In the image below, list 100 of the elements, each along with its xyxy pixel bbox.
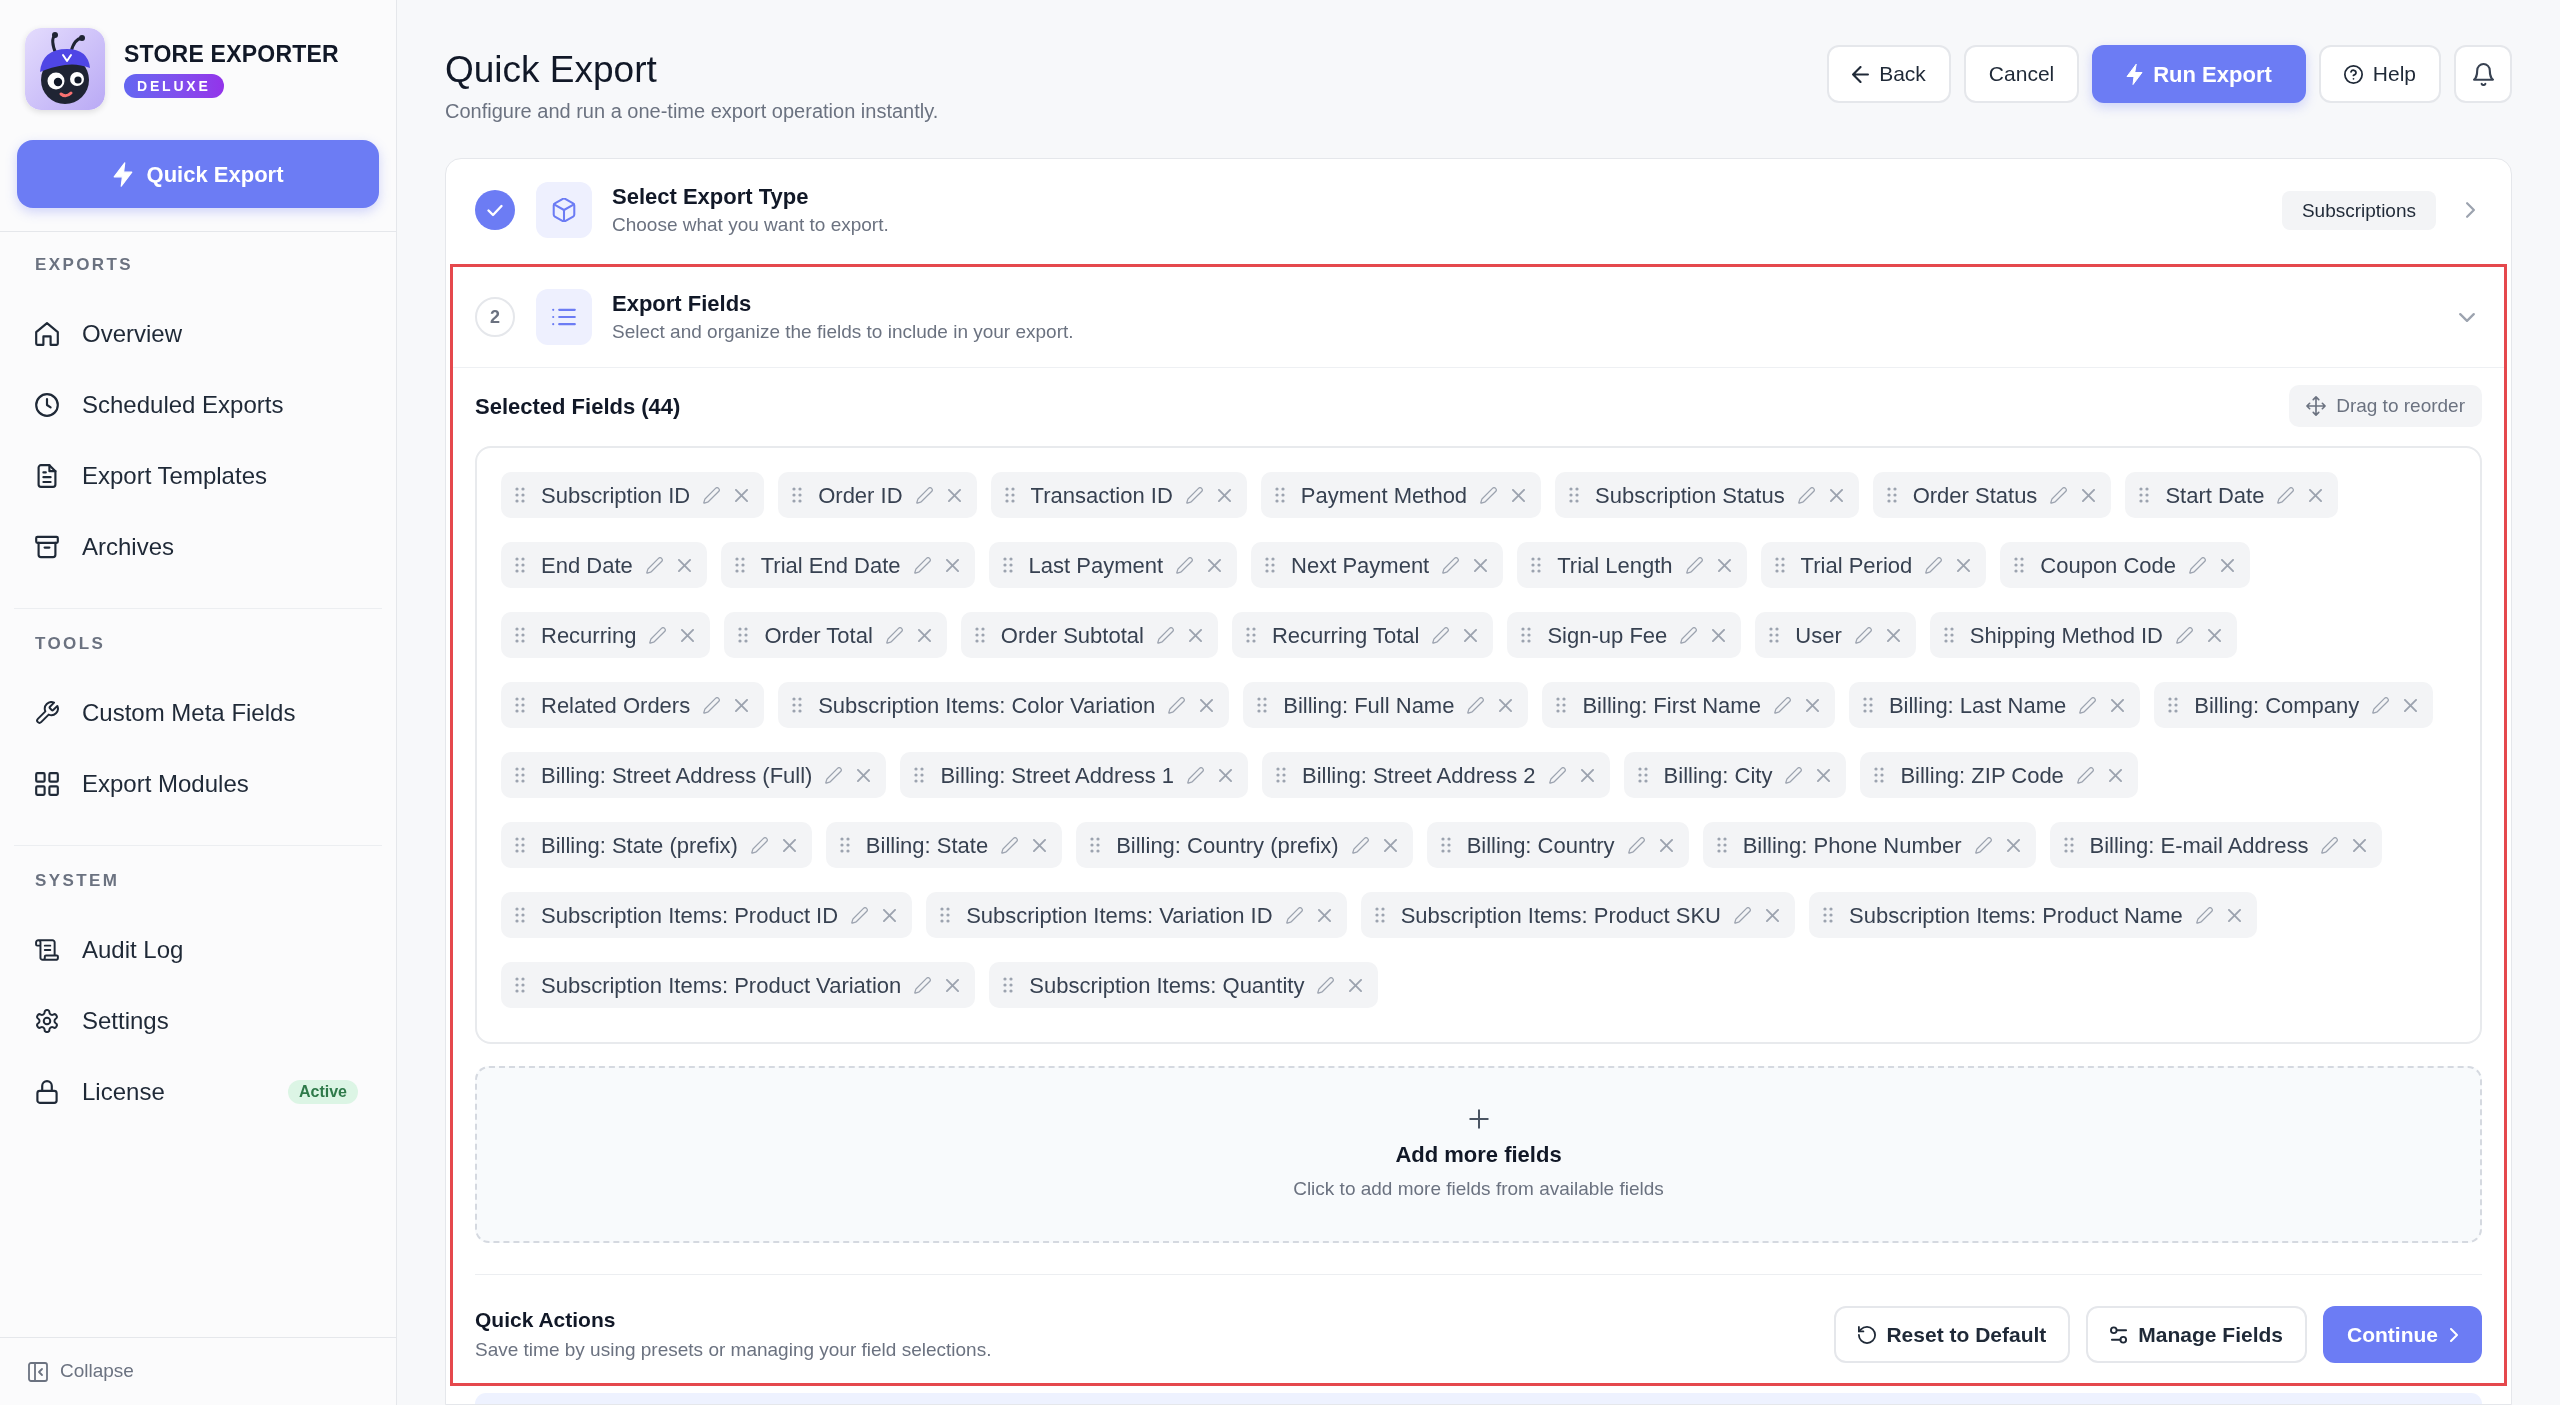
field-chip[interactable]: Subscription ID (501, 472, 765, 518)
pencil-icon[interactable] (2079, 696, 2097, 714)
close-icon[interactable] (1712, 628, 1726, 642)
field-chip[interactable]: Sign-up Fee (1507, 612, 1742, 658)
field-chip[interactable]: Billing: ZIP Code (1860, 752, 2138, 798)
grip-icon[interactable] (515, 697, 525, 713)
close-icon[interactable] (1317, 908, 1331, 922)
pencil-icon[interactable] (1627, 836, 1645, 854)
pencil-icon[interactable] (1285, 906, 1303, 924)
pencil-icon[interactable] (649, 626, 667, 644)
grip-icon[interactable] (1265, 557, 1276, 573)
field-chip[interactable]: Recurring Total (1231, 612, 1494, 658)
grip-icon[interactable] (1556, 697, 1567, 713)
close-icon[interactable] (2111, 698, 2125, 712)
grip-icon[interactable] (914, 767, 925, 783)
field-chip[interactable]: Billing: Street Address 1 (900, 752, 1248, 798)
field-chip[interactable]: Last Payment (988, 542, 1238, 588)
close-icon[interactable] (945, 558, 959, 572)
pencil-icon[interactable] (1187, 766, 1204, 784)
grip-icon[interactable] (515, 487, 525, 503)
pencil-icon[interactable] (913, 556, 931, 574)
close-icon[interactable] (1512, 488, 1526, 502)
pencil-icon[interactable] (703, 486, 721, 504)
grip-icon[interactable] (792, 487, 803, 503)
notifications-button[interactable] (2454, 45, 2512, 103)
pencil-icon[interactable] (2277, 486, 2295, 504)
grip-icon[interactable] (515, 557, 525, 573)
pencil-icon[interactable] (1685, 556, 1703, 574)
nav-item[interactable]: Scheduled Exports (17, 377, 379, 433)
nav-item[interactable]: Overview (17, 306, 379, 362)
grip-icon[interactable] (2139, 487, 2150, 503)
close-icon[interactable] (782, 838, 796, 852)
grip-icon[interactable] (738, 627, 749, 643)
pencil-icon[interactable] (1785, 766, 1803, 784)
nav-item[interactable]: Settings (17, 993, 379, 1049)
nav-item[interactable]: License Active (17, 1064, 379, 1120)
pencil-icon[interactable] (1351, 836, 1369, 854)
continue-button[interactable]: Continue (2323, 1306, 2482, 1363)
grip-icon[interactable] (2014, 557, 2025, 573)
close-icon[interactable] (2353, 838, 2367, 852)
close-icon[interactable] (946, 978, 960, 992)
field-chip[interactable]: Billing: Company (2154, 682, 2434, 728)
close-icon[interactable] (735, 488, 749, 502)
pencil-icon[interactable] (1156, 626, 1174, 644)
close-icon[interactable] (1957, 558, 1971, 572)
field-chip[interactable]: Billing: First Name (1542, 682, 1835, 728)
nav-item[interactable]: Audit Log (17, 922, 379, 978)
nav-item[interactable]: Export Modules (17, 756, 379, 812)
field-chip[interactable]: Billing: Country (1426, 822, 1689, 868)
pencil-icon[interactable] (1797, 486, 1815, 504)
grip-icon[interactable] (1886, 487, 1897, 503)
collapse-button[interactable]: Collapse (28, 1357, 134, 1386)
pencil-icon[interactable] (1001, 836, 1019, 854)
help-button[interactable]: Help (2318, 45, 2441, 103)
pencil-icon[interactable] (1168, 696, 1186, 714)
close-icon[interactable] (1188, 628, 1202, 642)
field-chip[interactable]: Subscription Items: Product ID (501, 892, 913, 938)
pencil-icon[interactable] (1734, 906, 1751, 924)
close-icon[interactable] (1208, 558, 1222, 572)
field-chip[interactable]: Billing: E-mail Address (2049, 822, 2383, 868)
grip-icon[interactable] (1374, 907, 1385, 923)
pencil-icon[interactable] (851, 906, 869, 924)
field-chip[interactable]: Billing: Street Address (Full) (501, 752, 887, 798)
field-chip[interactable]: Billing: Full Name (1243, 682, 1529, 728)
field-chip[interactable]: User (1755, 612, 1916, 658)
field-chip[interactable]: Billing: Phone Number (1702, 822, 2036, 868)
close-icon[interactable] (1886, 628, 1900, 642)
field-chip[interactable]: Billing: Last Name (1848, 682, 2141, 728)
pencil-icon[interactable] (2176, 626, 2193, 644)
close-icon[interactable] (1219, 768, 1232, 782)
close-icon[interactable] (677, 558, 691, 572)
reset-button[interactable]: Reset to Default (1834, 1306, 2071, 1363)
grip-icon[interactable] (1769, 627, 1780, 643)
field-chip[interactable]: Related Orders (501, 682, 765, 728)
field-chip[interactable]: Next Payment (1251, 542, 1504, 588)
field-chip[interactable]: Recurring (501, 612, 711, 658)
pencil-icon[interactable] (1854, 626, 1872, 644)
pencil-icon[interactable] (703, 696, 721, 714)
close-icon[interactable] (1464, 628, 1478, 642)
close-icon[interactable] (947, 488, 961, 502)
field-chip[interactable]: Trial End Date (720, 542, 975, 588)
grip-icon[interactable] (515, 837, 525, 853)
grip-icon[interactable] (1002, 557, 1013, 573)
field-chip[interactable]: Shipping Method ID (1929, 612, 2237, 658)
field-chip[interactable]: End Date (501, 542, 707, 588)
back-button[interactable]: Back (1827, 45, 1951, 103)
grip-icon[interactable] (1943, 627, 1954, 643)
grip-icon[interactable] (1004, 487, 1015, 503)
field-chip[interactable]: Trial Period (1760, 542, 1987, 588)
pencil-icon[interactable] (825, 766, 843, 784)
close-icon[interactable] (2221, 558, 2235, 572)
grip-icon[interactable] (1003, 977, 1014, 993)
pencil-icon[interactable] (1680, 626, 1698, 644)
field-chip[interactable]: Subscription Items: Product Name (1809, 892, 2257, 938)
nav-item[interactable]: Archives (17, 519, 379, 575)
close-icon[interactable] (735, 698, 749, 712)
grip-icon[interactable] (1257, 697, 1268, 713)
grip-icon[interactable] (792, 697, 803, 713)
chevron-down-icon[interactable] (2459, 312, 2475, 322)
field-chip[interactable]: Subscription Items: Variation ID (926, 892, 1347, 938)
